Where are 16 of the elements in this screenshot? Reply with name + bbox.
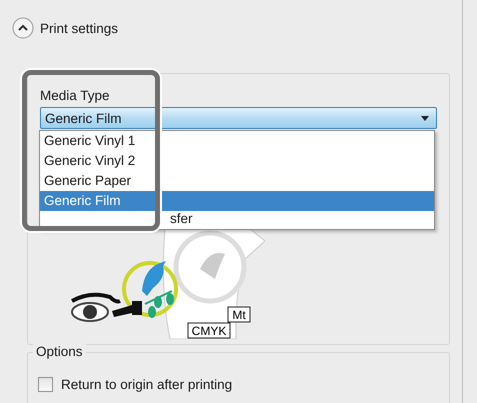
- checkbox[interactable]: [38, 377, 53, 392]
- checkbox-label: Return to origin after printing: [61, 377, 232, 392]
- dropdown-option[interactable]: Generic Vinyl 1: [40, 131, 434, 151]
- ink-tag: CMYK: [188, 322, 230, 338]
- dropdown-option[interactable]: Generic Film: [40, 191, 434, 211]
- section-title: Print settings: [40, 20, 118, 36]
- media-type-dropdown[interactable]: Generic Film: [40, 107, 437, 129]
- ink-tag: Mt: [228, 306, 250, 322]
- dropdown-value: Generic Film: [45, 110, 122, 126]
- dropdown-option[interactable]: Generic Paper: [40, 171, 434, 191]
- media-type-label: Media Type: [40, 88, 111, 105]
- dropdown-option[interactable]: sfer: [40, 211, 434, 229]
- options-legend: Options: [33, 344, 86, 359]
- caret-icon: [421, 116, 429, 120]
- collapse-toggle-icon[interactable]: [12, 17, 34, 39]
- dropdown-option[interactable]: Generic Vinyl 2: [40, 151, 434, 171]
